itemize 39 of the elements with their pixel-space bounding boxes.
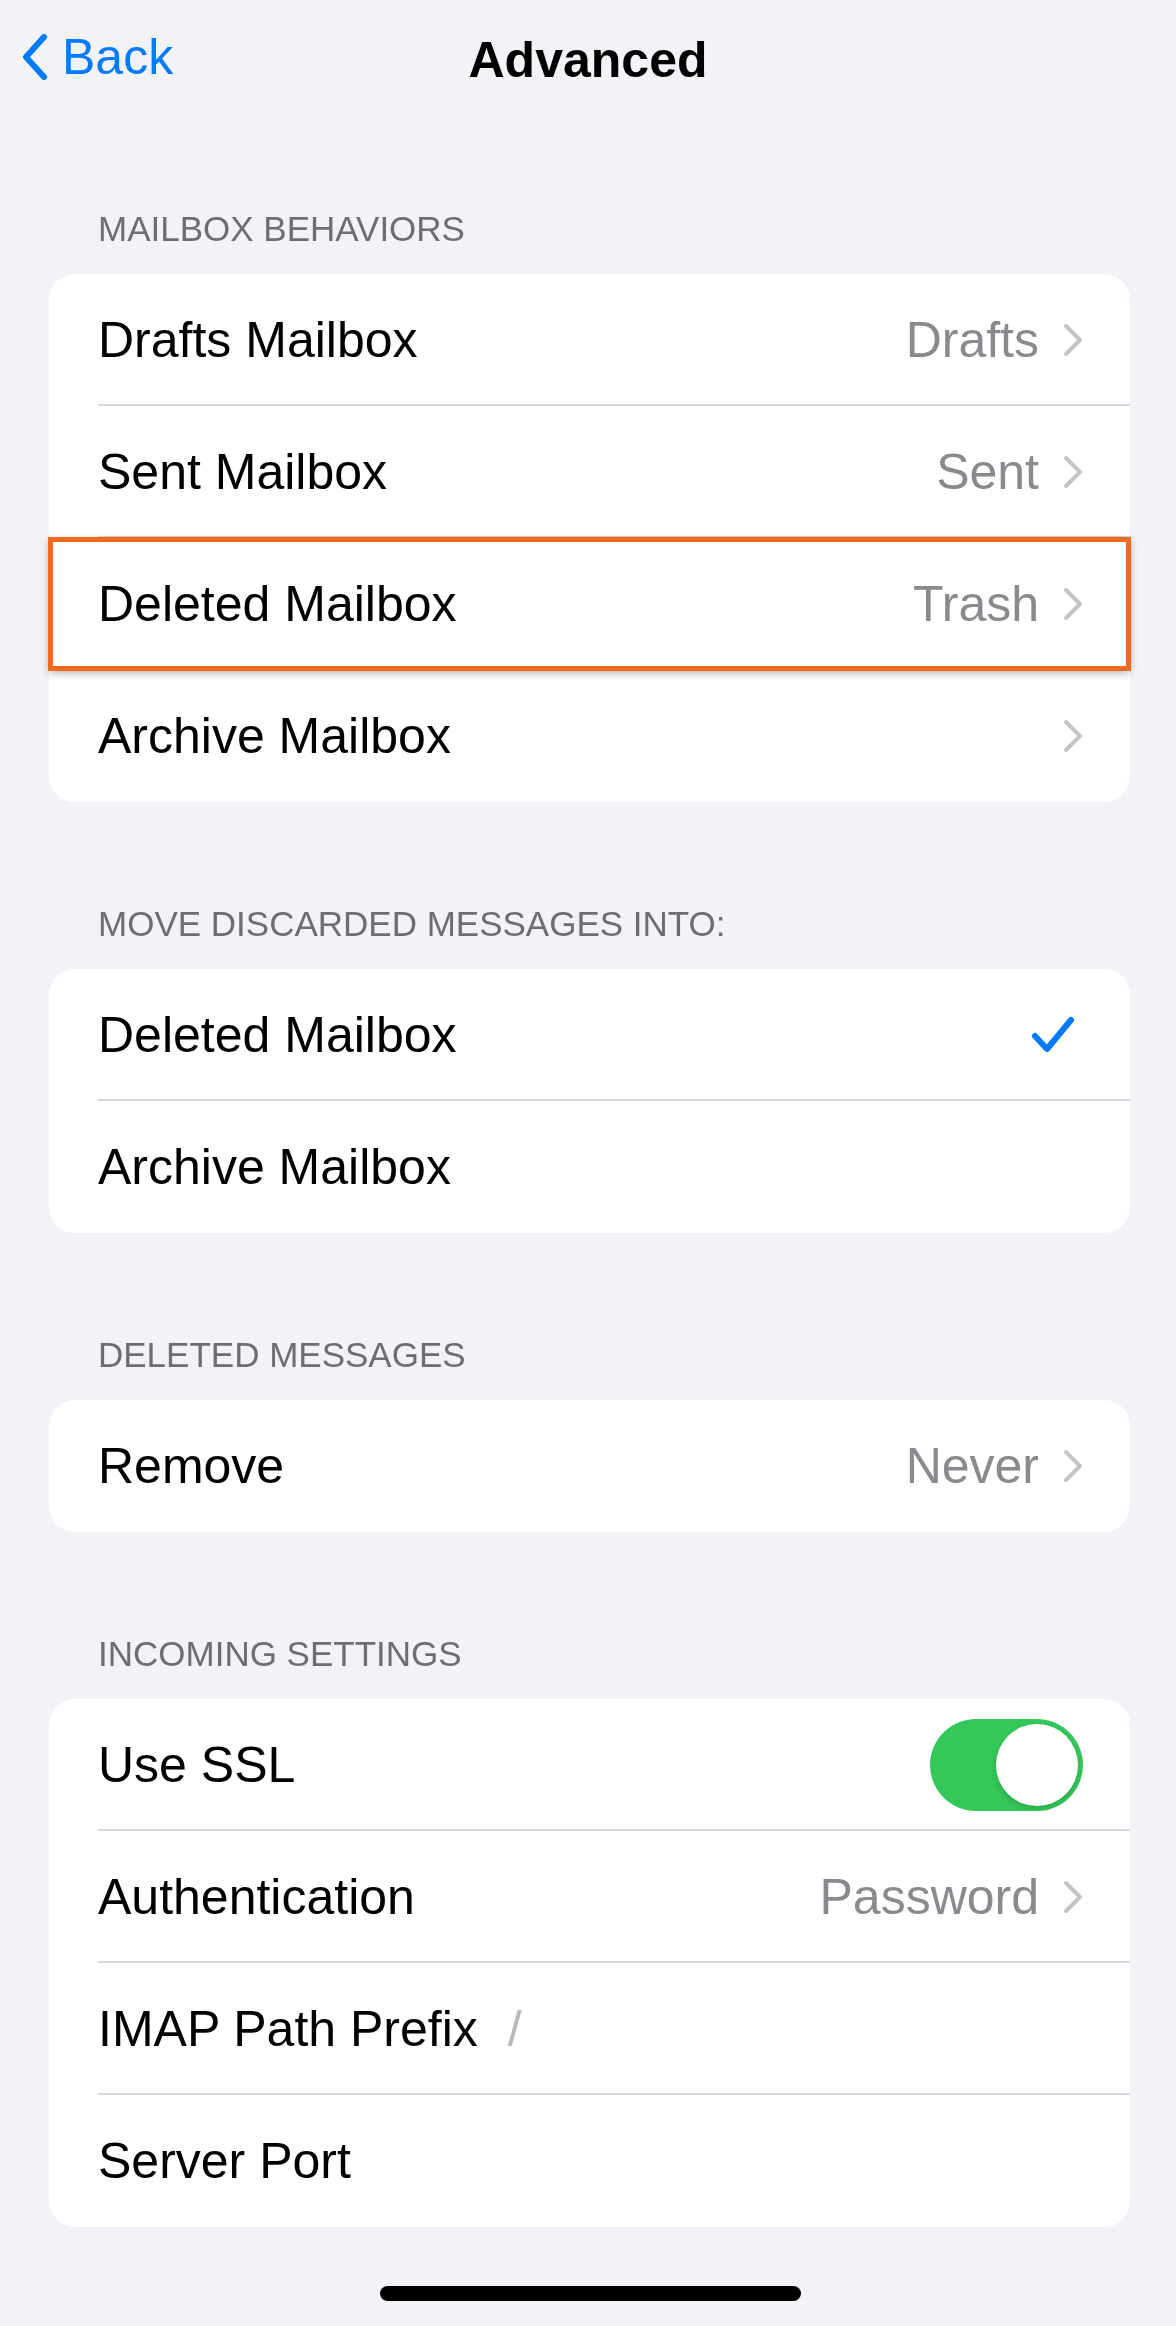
chevron-icon [1063, 1449, 1083, 1483]
row-value: Password [819, 1868, 1039, 1926]
row-label: Remove [98, 1437, 285, 1495]
row-label: Archive Mailbox [98, 707, 451, 765]
row-label: Authentication [98, 1868, 415, 1926]
settings-row[interactable]: Remove Never [49, 1400, 1130, 1532]
row-label: Deleted Mailbox [98, 575, 457, 633]
settings-row[interactable]: Use SSL [49, 1699, 1130, 1831]
row-value: Trash [913, 575, 1039, 633]
back-chevron-icon [22, 34, 48, 80]
row-value: Never [905, 1437, 1039, 1495]
settings-row[interactable]: Sent Mailbox Sent [49, 406, 1130, 538]
settings-row[interactable]: Archive Mailbox [49, 670, 1130, 802]
chevron-icon [1063, 1880, 1083, 1914]
row-label: Server Port [98, 2132, 351, 2190]
row-label: Sent Mailbox [98, 443, 388, 501]
chevron-icon [1063, 455, 1083, 489]
settings-row[interactable]: Authentication Password [49, 1831, 1130, 1963]
section-header: INCOMING SETTINGS [98, 1633, 463, 1675]
back-button[interactable]: Back [22, 28, 174, 86]
row-label: IMAP Path Prefix [98, 2000, 478, 2058]
row-label: Archive Mailbox [98, 1138, 451, 1196]
section-header: DELETED MESSAGES [98, 1334, 467, 1376]
chevron-icon [1063, 587, 1083, 621]
chevron-icon [1063, 719, 1083, 753]
row-value: Sent [936, 443, 1039, 501]
settings-row[interactable]: Drafts Mailbox Drafts [49, 274, 1130, 406]
settings-row[interactable]: Archive Mailbox [49, 1101, 1130, 1233]
section-header: MAILBOX BEHAVIORS [98, 208, 466, 250]
settings-row[interactable]: Server Port [49, 2095, 1130, 2227]
chevron-icon [1063, 323, 1083, 357]
row-label: Use SSL [98, 1736, 296, 1794]
row-label: Deleted Mailbox [98, 1006, 457, 1064]
section-header: MOVE DISCARDED MESSAGES INTO: [98, 903, 727, 945]
row-label: Drafts Mailbox [98, 311, 418, 369]
page-title: Advanced [468, 31, 708, 90]
settings-row[interactable]: Deleted Mailbox Trash [49, 538, 1130, 670]
settings-row[interactable]: Deleted Mailbox [49, 969, 1130, 1101]
row-value: Drafts [905, 311, 1039, 369]
